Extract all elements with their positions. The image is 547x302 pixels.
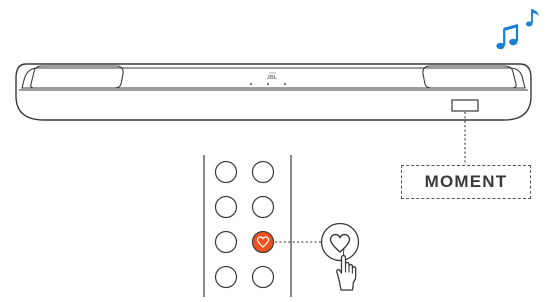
remote-control <box>203 155 292 297</box>
soundbar-display <box>451 99 479 112</box>
remote-button <box>214 195 238 219</box>
music-notes-icon <box>496 9 539 50</box>
diagram-canvas: JBL <box>15 9 539 297</box>
remote-button <box>251 265 275 289</box>
moment-callout <box>320 222 360 262</box>
remote-button <box>214 265 238 289</box>
moment-button[interactable] <box>251 230 275 254</box>
remote-button <box>251 160 275 184</box>
right-speaker-panel <box>422 65 517 89</box>
remote-button <box>214 160 238 184</box>
moment-diagram: JBL MOMENT <box>0 0 547 297</box>
left-speaker-panel <box>30 65 124 89</box>
soundbar <box>15 63 532 121</box>
soundbar-controls: JBL <box>249 72 287 86</box>
remote-button <box>214 230 238 254</box>
brand-logo: JBL <box>267 75 278 81</box>
remote-button <box>251 195 275 219</box>
control-dot-right <box>283 82 287 86</box>
control-dot-left <box>249 82 253 86</box>
moment-display-label: MOMENT <box>401 165 531 199</box>
control-dot-center <box>266 82 270 86</box>
